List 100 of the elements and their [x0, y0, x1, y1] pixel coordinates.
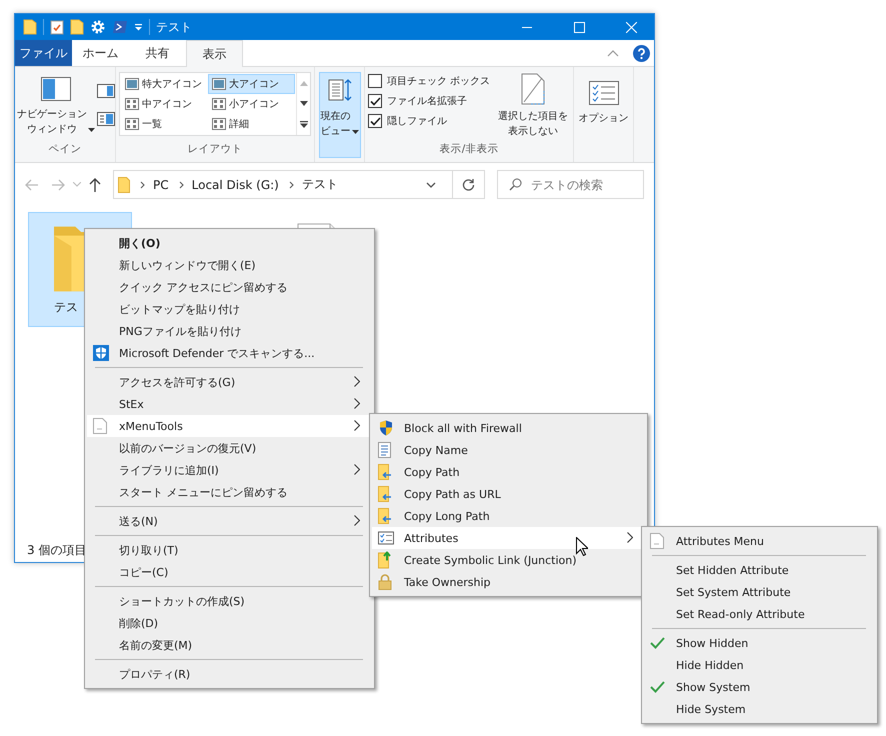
- details-pane-icon[interactable]: [97, 112, 115, 126]
- menu-item[interactable]: Set System Attribute: [644, 581, 875, 603]
- page-icon: [650, 533, 664, 549]
- dropdown-icon[interactable]: [426, 182, 436, 188]
- menu-item[interactable]: Show Hidden: [644, 632, 875, 654]
- view-icon: [212, 98, 226, 110]
- checklist-icon: [588, 81, 618, 105]
- menu-item[interactable]: Hide Hidden: [644, 654, 875, 676]
- menu-item[interactable]: Block all with Firewall: [372, 417, 645, 439]
- ribbon-tab[interactable]: ファイル: [15, 40, 72, 66]
- menu-item[interactable]: アクセスを許可する(G): [87, 371, 372, 393]
- close-icon: [626, 22, 636, 32]
- settings-icon[interactable]: [90, 19, 106, 35]
- chevron-icon[interactable]: [178, 180, 184, 188]
- checkbox-option[interactable]: 隠しファイル: [368, 114, 490, 128]
- lock-icon: [378, 574, 392, 590]
- item-count: 3 個の項目: [27, 542, 86, 558]
- dropdown-icon[interactable]: [134, 23, 143, 31]
- search-field[interactable]: テストの検索: [497, 170, 644, 199]
- ribbon-tab[interactable]: 表示: [186, 40, 243, 67]
- pane-icon: [41, 77, 71, 101]
- expand-gallery-icon[interactable]: [300, 120, 308, 128]
- options-button[interactable]: オプション: [576, 72, 632, 131]
- menu-item[interactable]: Copy Name: [372, 439, 645, 461]
- search-icon: [509, 178, 522, 191]
- menu-item[interactable]: 切り取り(T): [87, 539, 372, 561]
- chevron-icon: [354, 420, 360, 431]
- menu-item[interactable]: Show System: [644, 676, 875, 698]
- page-icon: [93, 418, 107, 434]
- checkmark-icon: [370, 116, 380, 126]
- folder-icon[interactable]: [23, 19, 37, 35]
- menu-item[interactable]: Copy Long Path: [372, 505, 645, 527]
- menu-item[interactable]: 送る(N): [87, 510, 372, 532]
- menu-item[interactable]: Set Hidden Attribute: [644, 559, 875, 581]
- breadcrumb[interactable]: テスト: [302, 176, 338, 193]
- page-icon: [521, 73, 546, 105]
- chevron-icon: [354, 464, 360, 475]
- group-label: レイアウト: [186, 142, 244, 157]
- up-arrow-icon[interactable]: [89, 178, 101, 192]
- menu-item[interactable]: コピー(C): [87, 561, 372, 583]
- chevron-icon: [354, 398, 360, 409]
- menu-item[interactable]: 名前の変更(M): [87, 634, 372, 656]
- layout-option[interactable]: 一覧: [121, 114, 208, 134]
- view-icon: [125, 78, 139, 90]
- checklist-icon: [378, 532, 394, 544]
- layout-option[interactable]: 特大アイコン: [121, 74, 208, 94]
- checkbox-option[interactable]: ファイル名拡張子: [368, 94, 490, 108]
- layout-option[interactable]: 詳細: [208, 114, 295, 134]
- menu-item[interactable]: Copy Path as URL: [372, 483, 645, 505]
- view-icon: [125, 98, 139, 110]
- terminal-icon[interactable]: [112, 20, 128, 34]
- scroll-down-icon[interactable]: [300, 100, 308, 106]
- layout-option[interactable]: 中アイコン: [121, 94, 208, 114]
- menu-item[interactable]: xMenuTools: [87, 415, 372, 437]
- pointer-icon: [576, 537, 588, 556]
- shield-icon: [93, 345, 109, 361]
- shield-icon: [378, 420, 394, 436]
- file-name: テス: [54, 299, 78, 316]
- chevron-icon: [627, 532, 633, 543]
- collapse-ribbon-icon[interactable]: [607, 49, 619, 57]
- menu-item[interactable]: Hide System: [644, 698, 875, 720]
- menu-item[interactable]: Copy Path: [372, 461, 645, 483]
- preview-pane-icon[interactable]: [97, 84, 115, 98]
- menu-item[interactable]: 削除(D): [87, 612, 372, 634]
- menu-item[interactable]: ショートカットの作成(S): [87, 590, 372, 612]
- group-label: 表示/非表示: [438, 142, 500, 157]
- chevron-icon: [354, 376, 360, 387]
- checkmark-icon: [370, 96, 380, 106]
- sort-icon: [326, 77, 352, 103]
- layout-option[interactable]: 大アイコン: [208, 74, 295, 94]
- hide-selected-button[interactable]: 選択した項目を表示しない: [496, 72, 570, 142]
- menu-item[interactable]: Microsoft Defender でスキャンする...: [87, 342, 372, 364]
- menu-item[interactable]: Create Symbolic Link (Junction): [372, 549, 645, 571]
- folder-icon[interactable]: [70, 19, 84, 35]
- menu-item[interactable]: Take Ownership: [372, 571, 645, 593]
- chevron-icon[interactable]: [140, 180, 145, 188]
- layout-option[interactable]: 小アイコン: [208, 94, 295, 114]
- menu-item[interactable]: 以前のバージョンの復元(V): [87, 437, 372, 459]
- caret-icon: [352, 130, 359, 134]
- breadcrumb[interactable]: Local Disk (G:): [192, 178, 279, 192]
- checkbox-option[interactable]: 項目チェック ボックス: [368, 74, 490, 88]
- refresh-icon: [462, 178, 475, 191]
- menu-item[interactable]: Attributes Menu: [644, 530, 875, 552]
- address-bar[interactable]: PC Local Disk (G:) テスト: [113, 170, 485, 199]
- view-icon: [212, 78, 226, 90]
- menu-item[interactable]: プロパティ(R): [87, 663, 372, 685]
- help-icon[interactable]: [633, 44, 650, 62]
- checklist-icon[interactable]: [50, 19, 64, 35]
- maximize-icon: [574, 22, 584, 32]
- menu-item[interactable]: StEx: [87, 393, 372, 415]
- breadcrumb[interactable]: PC: [153, 178, 169, 192]
- caret-icon: [88, 128, 95, 132]
- chevron-icon: [354, 515, 360, 526]
- window-title: テスト: [156, 18, 192, 36]
- menu-item[interactable]: ライブラリに追加(I): [87, 459, 372, 481]
- chevron-icon[interactable]: [288, 180, 294, 188]
- current-view-button[interactable]: 現在のビュー: [318, 72, 360, 158]
- menu-item[interactable]: スタート メニューにピン留めする: [87, 481, 372, 503]
- menu-item[interactable]: Set Read-only Attribute: [644, 603, 875, 625]
- navigation-pane-button[interactable]: ナビゲーションウィンドウ: [15, 72, 97, 142]
